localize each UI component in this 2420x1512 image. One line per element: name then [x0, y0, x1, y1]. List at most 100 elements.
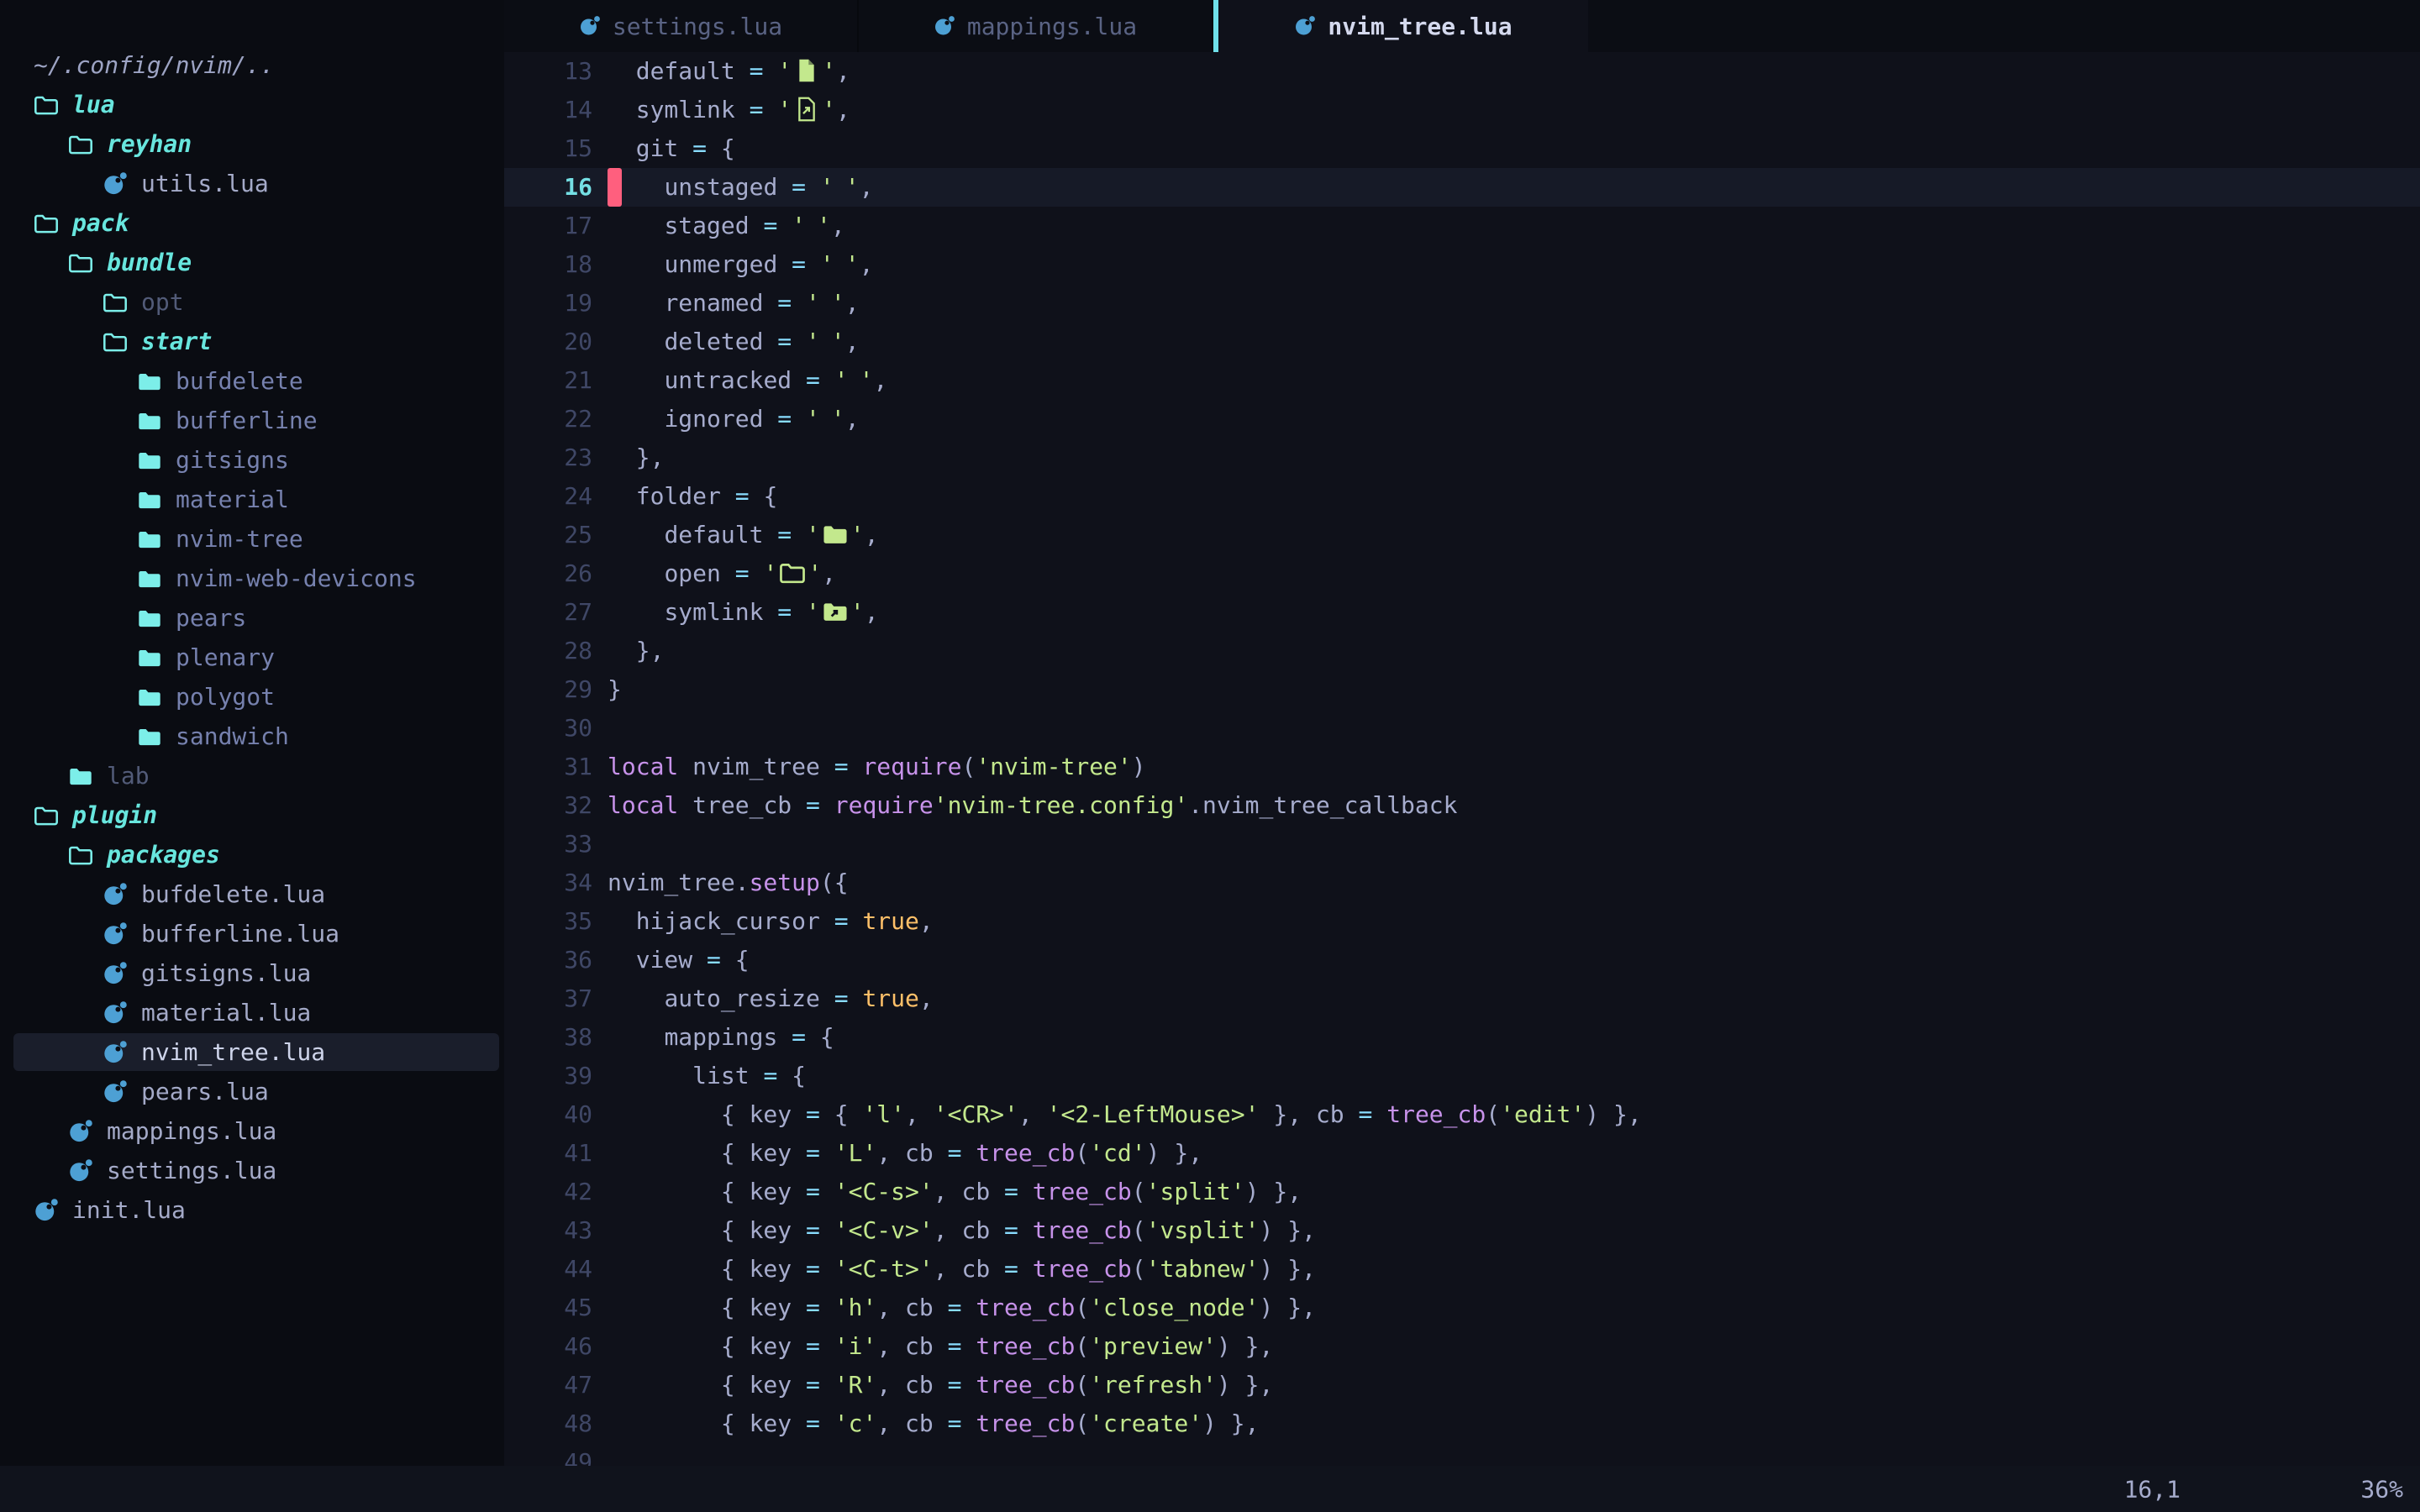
- code-line[interactable]: 27 symlink = '',: [504, 593, 2420, 632]
- code-line[interactable]: 35 hijack_cursor = true,: [504, 902, 2420, 941]
- code-line[interactable]: 47 { key = 'R', cb = tree_cb('refresh') …: [504, 1366, 2420, 1404]
- code-text: open = '',: [592, 554, 836, 593]
- line-number: 42: [504, 1173, 592, 1211]
- tree-item-lua[interactable]: lua: [0, 85, 504, 124]
- line-number: 25: [504, 516, 592, 554]
- code-line[interactable]: 17 staged = '',: [504, 207, 2420, 245]
- tree-item-mappings-lua[interactable]: mappings.lua: [0, 1111, 504, 1151]
- code-line[interactable]: 16 unstaged = '',: [504, 168, 2420, 207]
- tree-item-gitsigns[interactable]: gitsigns: [0, 440, 504, 480]
- code-line[interactable]: 49: [504, 1443, 2420, 1466]
- tree-item-init-lua[interactable]: init.lua: [0, 1190, 504, 1230]
- code-line[interactable]: 15 git = {: [504, 129, 2420, 168]
- code-text: [592, 825, 608, 864]
- tree-item-reyhan[interactable]: reyhan: [0, 124, 504, 164]
- tree-item-bufferline[interactable]: bufferline: [0, 401, 504, 440]
- tree-item-pears-lua[interactable]: pears.lua: [0, 1072, 504, 1111]
- line-number: 33: [504, 825, 592, 864]
- code-line[interactable]: 39 list = {: [504, 1057, 2420, 1095]
- tree-item-packages[interactable]: packages: [0, 835, 504, 874]
- tree-item-sandwich[interactable]: sandwich: [0, 717, 504, 756]
- tree-item-bufdelete-lua[interactable]: bufdelete.lua: [0, 874, 504, 914]
- code-line[interactable]: 31local nvim_tree = require('nvim-tree'): [504, 748, 2420, 786]
- line-number: 46: [504, 1327, 592, 1366]
- folder-icon: [137, 724, 162, 749]
- line-number: 47: [504, 1366, 592, 1404]
- code-line[interactable]: 28 },: [504, 632, 2420, 670]
- file-glyph-icon: [793, 58, 820, 83]
- code-line[interactable]: 48 { key = 'c', cb = tree_cb('create') }…: [504, 1404, 2420, 1443]
- code-editor[interactable]: 13 default = '',14 symlink = '',15 git =…: [504, 52, 2420, 1466]
- code-line[interactable]: 29}: [504, 670, 2420, 709]
- code-line[interactable]: 13 default = '',: [504, 52, 2420, 91]
- code-line[interactable]: 21 untracked = '',: [504, 361, 2420, 400]
- code-line[interactable]: 30: [504, 709, 2420, 748]
- code-line[interactable]: 22 ignored = '',: [504, 400, 2420, 438]
- tree-item-label: gitsigns.lua: [141, 959, 311, 987]
- code-line[interactable]: 36 view = {: [504, 941, 2420, 979]
- folder-open-icon: [68, 132, 93, 157]
- tree-item-bufdelete[interactable]: bufdelete: [0, 361, 504, 401]
- code-line[interactable]: 45 { key = 'h', cb = tree_cb('close_node…: [504, 1289, 2420, 1327]
- tree-item-material[interactable]: material: [0, 480, 504, 519]
- tree-item-polygot[interactable]: polygot: [0, 677, 504, 717]
- code-line[interactable]: 24 folder = {: [504, 477, 2420, 516]
- tree-item-gitsigns-lua[interactable]: gitsigns.lua: [0, 953, 504, 993]
- code-text: list = {: [592, 1057, 806, 1095]
- tree-item-config-nvim[interactable]: ~/.config/nvim/..: [0, 45, 504, 85]
- code-line[interactable]: 34nvim_tree.setup({: [504, 864, 2420, 902]
- tree-item-plugin[interactable]: plugin: [0, 795, 504, 835]
- line-number: 48: [504, 1404, 592, 1443]
- code-line[interactable]: 23 },: [504, 438, 2420, 477]
- code-line[interactable]: 46 { key = 'i', cb = tree_cb('preview') …: [504, 1327, 2420, 1366]
- tree-item-settings-lua[interactable]: settings.lua: [0, 1151, 504, 1190]
- lua-file-icon: [103, 961, 128, 986]
- code-text: [592, 709, 608, 748]
- tree-item-label: start: [141, 328, 212, 355]
- tree-item-bufferline-lua[interactable]: bufferline.lua: [0, 914, 504, 953]
- tree-item-bundle[interactable]: bundle: [0, 243, 504, 282]
- code-line[interactable]: 44 { key = '<C-t>', cb = tree_cb('tabnew…: [504, 1250, 2420, 1289]
- code-line[interactable]: 38 mappings = {: [504, 1018, 2420, 1057]
- line-number: 13: [504, 52, 592, 91]
- lua-file-icon: [103, 882, 128, 907]
- tree-item-label: bufferline.lua: [141, 920, 339, 948]
- tree-item-nvim-tree-lua[interactable]: nvim_tree.lua: [0, 1032, 504, 1072]
- tree-item-label: pack: [72, 209, 129, 237]
- tab-mappings-lua[interactable]: mappings.lua: [859, 0, 1213, 52]
- code-line[interactable]: 41 { key = 'L', cb = tree_cb('cd') },: [504, 1134, 2420, 1173]
- code-text: { key = 'c', cb = tree_cb('create') },: [592, 1404, 1260, 1443]
- tree-item-opt[interactable]: opt: [0, 282, 504, 322]
- code-text: },: [592, 438, 664, 477]
- tree-item-utils-lua[interactable]: utils.lua: [0, 164, 504, 203]
- code-line[interactable]: 33: [504, 825, 2420, 864]
- code-line[interactable]: 37 auto_resize = true,: [504, 979, 2420, 1018]
- tree-item-nvim-tree[interactable]: nvim-tree: [0, 519, 504, 559]
- code-line[interactable]: 42 { key = '<C-s>', cb = tree_cb('split'…: [504, 1173, 2420, 1211]
- code-text: { key = '<C-t>', cb = tree_cb('tabnew') …: [592, 1250, 1316, 1289]
- tree-item-nvim-web-devicons[interactable]: nvim-web-devicons: [0, 559, 504, 598]
- code-line[interactable]: 14 symlink = '',: [504, 91, 2420, 129]
- code-line[interactable]: 19 renamed = '',: [504, 284, 2420, 323]
- tab-nvim-tree-lua[interactable]: nvim_tree.lua: [1218, 0, 1588, 52]
- tree-item-plenary[interactable]: plenary: [0, 638, 504, 677]
- lua-file-icon: [579, 15, 601, 37]
- code-line[interactable]: 25 default = '',: [504, 516, 2420, 554]
- tree-item-start[interactable]: start: [0, 322, 504, 361]
- lua-file-icon: [103, 1040, 128, 1065]
- tree-item-label: bufdelete: [176, 367, 303, 395]
- lua-file-icon: [34, 1198, 59, 1223]
- tree-item-material-lua[interactable]: material.lua: [0, 993, 504, 1032]
- code-line[interactable]: 43 { key = '<C-v>', cb = tree_cb('vsplit…: [504, 1211, 2420, 1250]
- code-line[interactable]: 32local tree_cb = require'nvim-tree.conf…: [504, 786, 2420, 825]
- tree-item-pears[interactable]: pears: [0, 598, 504, 638]
- line-number: 26: [504, 554, 592, 593]
- code-line[interactable]: 26 open = '',: [504, 554, 2420, 593]
- code-line[interactable]: 18 unmerged = '',: [504, 245, 2420, 284]
- tab-settings-lua[interactable]: settings.lua: [504, 0, 859, 52]
- tree-item-pack[interactable]: pack: [0, 203, 504, 243]
- code-line[interactable]: 40 { key = { 'l', '<CR>', '<2-LeftMouse>…: [504, 1095, 2420, 1134]
- tree-item-lab[interactable]: lab: [0, 756, 504, 795]
- code-line[interactable]: 20 deleted = '',: [504, 323, 2420, 361]
- code-text: hijack_cursor = true,: [592, 902, 934, 941]
